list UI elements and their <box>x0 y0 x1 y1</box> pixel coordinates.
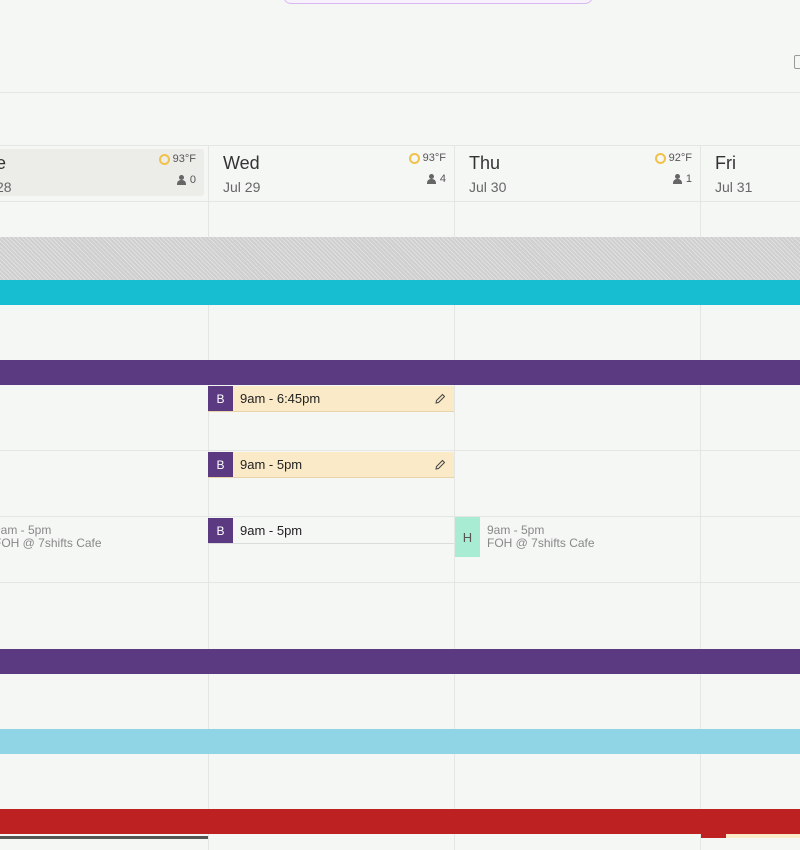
person-icon <box>426 174 436 184</box>
bottom-bar <box>726 834 800 838</box>
staff-number: 4 <box>439 173 446 185</box>
open-shift-location: FOH @ 7shifts Cafe <box>487 536 595 550</box>
pencil-icon[interactable] <box>434 459 446 471</box>
day-header-wed[interactable]: Wed Jul 29 93°F 4 <box>209 146 454 201</box>
weather: 93°F <box>408 152 446 164</box>
staff-number: 0 <box>189 174 196 186</box>
day-date: Jul 30 <box>469 179 507 195</box>
role-band-red[interactable] <box>0 809 800 834</box>
bottom-bar <box>0 836 208 839</box>
open-shift-location: FOH @ 7shifts Cafe <box>0 536 102 550</box>
shift-time: 9am - 5pm <box>240 457 303 472</box>
day-name: Thu <box>469 153 501 173</box>
day-name: Fri <box>715 153 736 173</box>
sun-icon <box>408 152 420 164</box>
day-date: 28 <box>0 179 12 195</box>
sun-icon <box>158 153 170 165</box>
open-shift[interactable]: H 9am - 5pm FOH @ 7shifts Cafe <box>455 517 700 557</box>
role-band-purple[interactable] <box>0 649 800 674</box>
day-header-fri[interactable]: Fri Jul 31 <box>701 146 800 201</box>
bottom-bar <box>701 834 726 838</box>
day-header-thu[interactable]: Thu Jul 30 92°F 1 <box>455 146 700 201</box>
weather: 93°F <box>158 153 196 165</box>
unavailable-band <box>0 237 800 280</box>
role-band-light-blue[interactable] <box>0 729 800 754</box>
shift-badge: B <box>208 386 233 411</box>
shift-time: 9am - 6:45pm <box>240 391 321 406</box>
temperature: 93°F <box>172 153 196 165</box>
day-date: Jul 29 <box>223 179 261 195</box>
top-pill-segment <box>515 0 585 3</box>
pencil-icon[interactable] <box>434 393 446 405</box>
shift-card[interactable]: B 9am - 5pm <box>208 518 454 544</box>
day-name: Wed <box>223 153 260 173</box>
shift-badge: H <box>455 517 480 557</box>
staff-count: 0 <box>176 174 196 186</box>
staff-count: 4 <box>426 173 446 185</box>
staff-number: 1 <box>685 173 692 185</box>
day-name: e <box>0 153 7 173</box>
role-band-purple[interactable] <box>0 360 800 385</box>
shift-badge: B <box>208 518 233 543</box>
shift-card[interactable]: B 9am - 6:45pm <box>208 386 454 412</box>
shift-card[interactable]: B 9am - 5pm <box>208 452 454 478</box>
day-header-tue[interactable]: e 28 93°F 0 <box>0 149 204 196</box>
staff-count: 1 <box>672 173 692 185</box>
divider <box>0 201 800 202</box>
person-icon <box>176 175 186 185</box>
person-icon <box>672 174 682 184</box>
shift-badge: B <box>208 452 233 477</box>
open-shift[interactable]: 9am - 5pm FOH @ 7shifts Cafe <box>0 524 204 554</box>
weather: 92°F <box>654 152 692 164</box>
divider <box>0 92 800 93</box>
shift-time: 9am - 5pm <box>240 523 303 538</box>
settings-icon[interactable] <box>794 55 800 69</box>
sun-icon <box>654 152 666 164</box>
temperature: 93°F <box>422 152 446 164</box>
role-band-teal[interactable] <box>0 280 800 305</box>
divider <box>0 582 800 583</box>
divider <box>0 450 800 451</box>
day-date: Jul 31 <box>715 179 753 195</box>
temperature: 92°F <box>668 152 692 164</box>
